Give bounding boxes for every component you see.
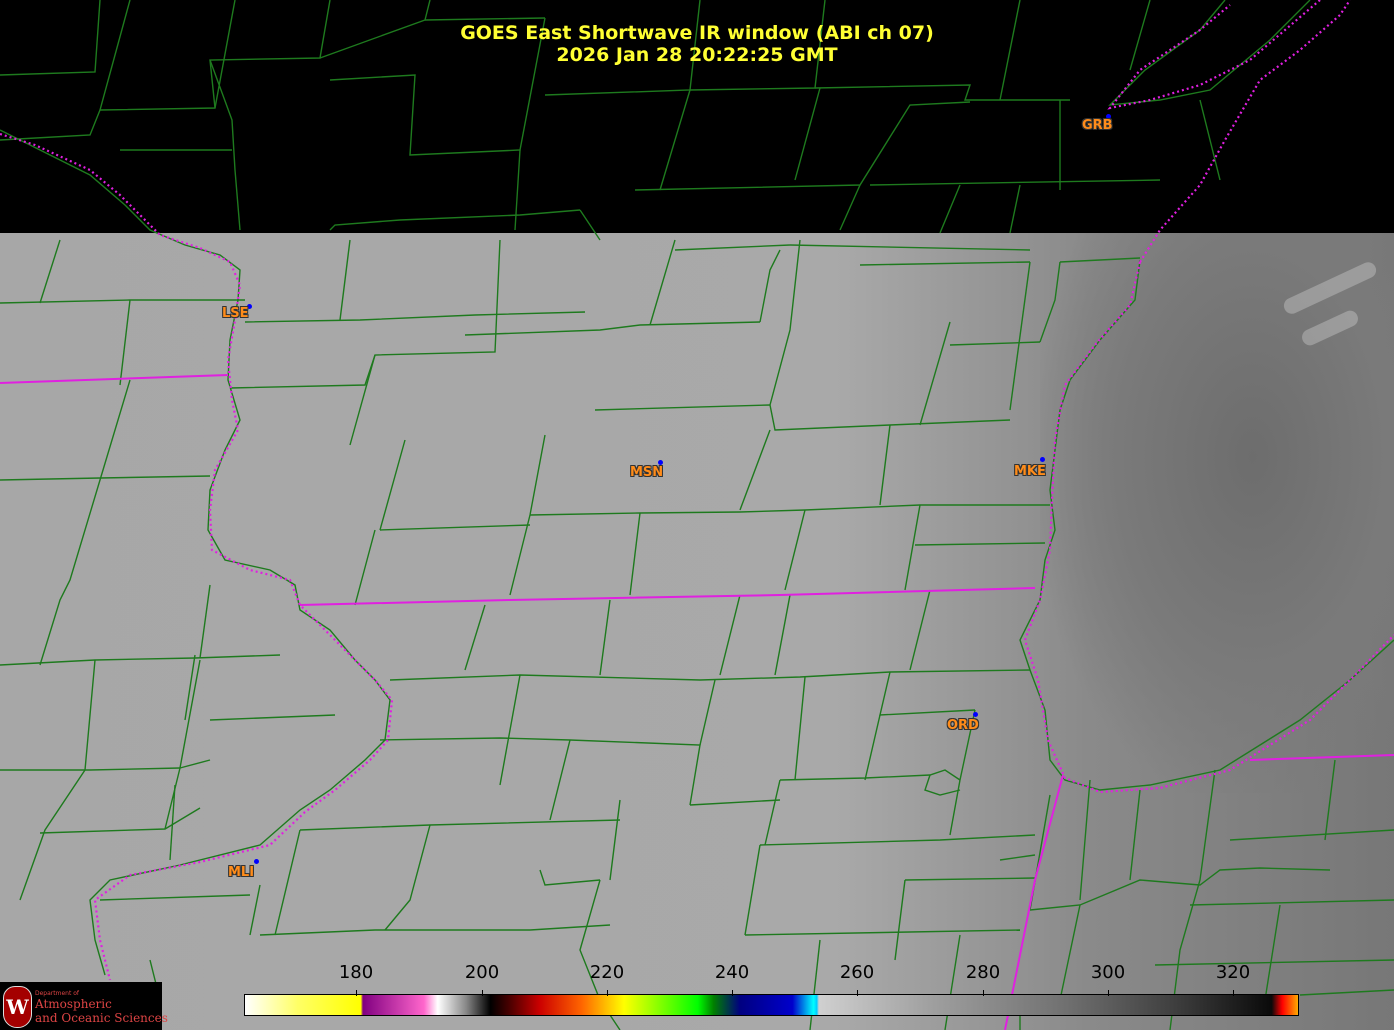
colorbar-tick-mark bbox=[607, 990, 608, 996]
station-label-msn: MSN bbox=[630, 465, 664, 480]
map-title-line2: 2026 Jan 28 20:22:25 GMT bbox=[556, 44, 838, 66]
temperature-colorbar bbox=[244, 994, 1299, 1016]
colorbar-tick-label: 260 bbox=[839, 962, 875, 983]
map-title-line1: GOES East Shortwave IR window (ABI ch 07… bbox=[460, 22, 934, 44]
colorbar-tick-label: 240 bbox=[714, 962, 750, 983]
colorbar-tick-mark bbox=[1108, 990, 1109, 996]
station-dot-mli bbox=[254, 859, 259, 864]
colorbar-tick-mark bbox=[983, 990, 984, 996]
logo-department-text: Department of bbox=[35, 990, 79, 997]
colorbar-tick-label: 220 bbox=[589, 962, 625, 983]
colorbar-tick-label: 200 bbox=[464, 962, 500, 983]
station-label-grb: GRB bbox=[1082, 118, 1113, 133]
shorelines bbox=[0, 0, 1394, 976]
colorbar-tick-mark bbox=[356, 990, 357, 996]
colorbar-tick-mark bbox=[732, 990, 733, 996]
station-label-ord: ORD bbox=[947, 718, 979, 733]
colorbar-tick-label: 300 bbox=[1090, 962, 1126, 983]
colorbar-tick-label: 320 bbox=[1215, 962, 1251, 983]
colorbar-tick-mark bbox=[1233, 990, 1234, 996]
station-label-mke: MKE bbox=[1014, 464, 1046, 479]
map-overlay bbox=[0, 0, 1394, 1030]
logo-line1: Atmospheric bbox=[35, 997, 112, 1011]
state-boundaries-dotted bbox=[0, 0, 1394, 981]
station-label-mli: MLI bbox=[228, 865, 255, 880]
station-dot-ord bbox=[973, 712, 978, 717]
colorbar-tick-mark bbox=[857, 990, 858, 996]
colorbar-tick-label: 280 bbox=[965, 962, 1001, 983]
colorbar-tick-mark bbox=[482, 990, 483, 996]
uw-crest-icon: W bbox=[3, 986, 32, 1028]
logo-line2: and Oceanic Sciences bbox=[35, 1011, 168, 1025]
station-dot-mke bbox=[1040, 457, 1045, 462]
colorbar-tick-label: 180 bbox=[338, 962, 374, 983]
station-label-lse: LSE bbox=[222, 306, 249, 321]
